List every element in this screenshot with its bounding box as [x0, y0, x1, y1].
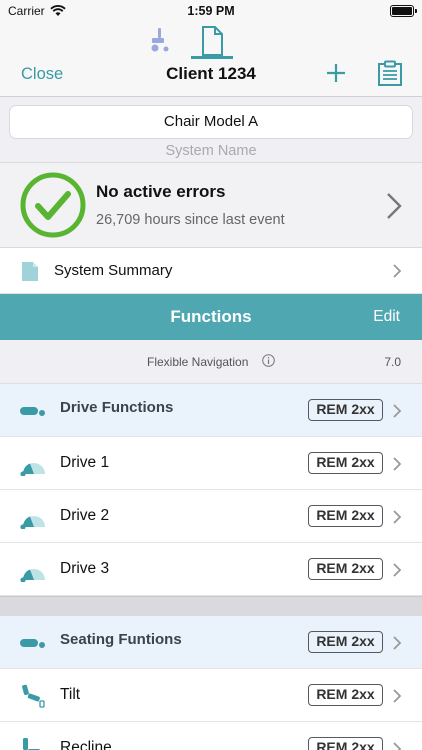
- flexible-navigation-label: Flexible Navigation: [147, 355, 249, 369]
- function-label: Drive 1: [60, 454, 110, 471]
- plus-icon[interactable]: [325, 62, 347, 84]
- chevron-right-icon: [393, 689, 402, 703]
- wheelchair-tab-icon[interactable]: [147, 27, 171, 53]
- flexible-navigation-row: Flexible Navigation 7.0: [0, 340, 422, 384]
- system-summary-row[interactable]: System Summary: [0, 248, 422, 294]
- function-label: Drive 3: [60, 560, 110, 577]
- chevron-right-icon: [393, 457, 402, 471]
- info-icon[interactable]: [262, 354, 275, 367]
- active-tab-indicator: [191, 56, 233, 59]
- speed-gauge-icon: [20, 516, 45, 529]
- chevron-right-icon: [393, 264, 402, 278]
- page-title: Client 1234: [166, 64, 256, 83]
- chevron-right-icon: [393, 563, 402, 577]
- system-name-caption: System Name: [165, 143, 257, 159]
- battery-icon: [390, 5, 417, 17]
- document-tab-icon[interactable]: [195, 24, 229, 58]
- module-badge: REM 2xx: [308, 684, 383, 706]
- function-row-tilt[interactable]: Tilt REM 2xx: [0, 669, 422, 722]
- function-label: Recline: [60, 739, 112, 750]
- seat-recline-icon: [23, 738, 40, 750]
- module-badge: REM 2xx: [308, 631, 383, 653]
- module-badge: REM 2xx: [308, 399, 383, 421]
- checkmark-circle-icon: [20, 172, 86, 238]
- chevron-right-icon: [393, 636, 402, 650]
- toggle-group-icon: [20, 407, 45, 416]
- module-badge: REM 2xx: [308, 737, 383, 750]
- speed-gauge-icon: [20, 569, 45, 582]
- chevron-right-icon: [393, 510, 402, 524]
- status-time: 1:59 PM: [187, 4, 235, 18]
- error-status-title: No active errors: [96, 182, 226, 201]
- system-name-field[interactable]: Chair Model A: [9, 105, 413, 139]
- function-label: Seating Funtions: [60, 631, 182, 648]
- function-group-drive[interactable]: Drive Functions REM 2xx: [0, 384, 422, 437]
- module-badge: REM 2xx: [308, 505, 383, 527]
- clipboard-icon[interactable]: [377, 60, 403, 86]
- function-label: Tilt: [60, 686, 81, 703]
- system-summary-label: System Summary: [54, 262, 173, 279]
- module-badge: REM 2xx: [308, 452, 383, 474]
- function-row-drive-2[interactable]: Drive 2 REM 2xx: [0, 490, 422, 543]
- function-row-drive-3[interactable]: Drive 3 REM 2xx: [0, 543, 422, 596]
- chevron-right-icon: [387, 193, 402, 219]
- chevron-right-icon: [393, 742, 402, 750]
- error-status-row[interactable]: No active errors 26,709 hours since last…: [0, 162, 422, 248]
- system-name-section: Chair Model A System Name: [0, 97, 422, 162]
- function-label: Drive Functions: [60, 399, 174, 416]
- function-group-seating[interactable]: Seating Funtions REM 2xx: [0, 616, 422, 669]
- edit-button[interactable]: Edit: [373, 308, 400, 326]
- speed-gauge-icon: [20, 463, 45, 476]
- seat-tilt-icon: [22, 684, 45, 708]
- error-status-subtitle: 26,709 hours since last event: [96, 212, 285, 228]
- document-icon: [22, 262, 38, 281]
- function-row-drive-1[interactable]: Drive 1 REM 2xx: [0, 437, 422, 490]
- section-separator: [0, 596, 422, 616]
- chevron-right-icon: [393, 404, 402, 418]
- functions-title: Functions: [170, 307, 252, 326]
- function-row-recline[interactable]: Recline REM 2xx: [0, 722, 422, 750]
- function-label: Drive 2: [60, 507, 110, 524]
- flexible-navigation-version: 7.0: [384, 355, 401, 369]
- module-badge: REM 2xx: [308, 558, 383, 580]
- functions-header: Functions Edit: [0, 294, 422, 340]
- nav-header: Close Client 1234: [0, 22, 422, 97]
- status-bar: Carrier 1:59 PM: [0, 0, 422, 22]
- toggle-group-icon: [20, 639, 45, 648]
